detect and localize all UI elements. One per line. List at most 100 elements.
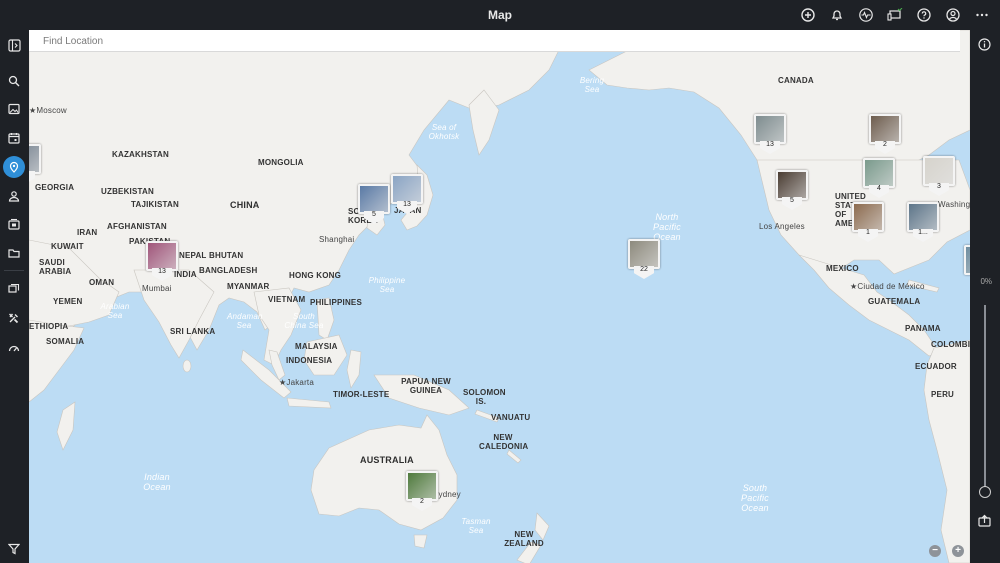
ocean-label: Philippine Sea <box>368 276 406 294</box>
dashboard-icon[interactable] <box>3 337 25 359</box>
notification-bell-icon[interactable] <box>822 4 851 26</box>
activity-icon[interactable] <box>851 4 880 26</box>
toggle-sidebar-icon[interactable] <box>3 34 25 56</box>
add-icon[interactable] <box>793 4 822 26</box>
country-label: KAZAKHSTAN <box>112 150 169 159</box>
country-label: UZBEKISTAN <box>101 187 154 196</box>
folder-icon[interactable] <box>3 242 25 264</box>
photo-cluster-pin[interactable] <box>29 144 41 184</box>
zoom-in-button[interactable]: + <box>952 545 964 557</box>
zoom-slider-handle[interactable] <box>979 486 991 498</box>
map-pin-icon[interactable] <box>3 156 25 178</box>
people-icon[interactable] <box>3 185 25 207</box>
top-toolbar <box>793 4 996 26</box>
country-label: ECUADOR <box>915 362 957 371</box>
left-sidebar <box>0 30 29 563</box>
country-label: SAUDI ARABIA <box>39 258 72 276</box>
sidebar-divider <box>4 270 24 271</box>
country-label: SOMALIA <box>46 337 85 346</box>
country-label: TAJIKISTAN <box>131 200 179 209</box>
cluster-thumbnail <box>863 158 895 188</box>
export-icon[interactable] <box>978 514 991 532</box>
photo-cluster-pin[interactable]: 1... <box>907 202 939 242</box>
account-icon[interactable] <box>938 4 967 26</box>
photo-cluster-pin[interactable]: 3 <box>923 156 955 196</box>
city-label: ★Jakarta <box>279 378 315 387</box>
country-label: INDONESIA <box>286 356 333 365</box>
search-icon[interactable] <box>3 70 25 92</box>
photo-cluster-pin[interactable]: 1 <box>852 202 884 242</box>
country-label: NEPAL <box>179 251 207 260</box>
info-icon[interactable] <box>978 38 991 56</box>
photo-cluster-pin[interactable]: 13 <box>391 174 423 214</box>
title-bar: Map <box>0 0 1000 30</box>
duplicates-icon[interactable] <box>3 278 25 300</box>
country-label: NEW CALEDONIA <box>479 433 529 451</box>
country-label: HONG KONG <box>289 271 342 280</box>
cluster-thumbnail <box>391 174 423 204</box>
cluster-thumbnail <box>358 184 390 214</box>
cluster-thumbnail <box>146 241 178 271</box>
photo-cluster-pin[interactable]: 5 <box>776 170 808 210</box>
ocean-label: Tasman Sea <box>461 517 491 535</box>
country-label: YEMEN <box>53 297 83 306</box>
cluster-count: 5 <box>364 211 384 224</box>
country-label: MYANMAR <box>227 282 270 291</box>
country-label: CANADA <box>778 76 814 85</box>
city-label: Los Angeles <box>759 222 805 231</box>
tools-icon[interactable] <box>3 307 25 329</box>
country-label: BANGLADESH <box>199 266 258 275</box>
cluster-thumbnail <box>923 156 955 186</box>
devices-icon[interactable] <box>880 4 909 26</box>
cluster-count: 2 <box>412 498 432 511</box>
zoom-slider-track[interactable] <box>984 305 986 490</box>
country-label: COLOMBIA <box>931 340 970 349</box>
cluster-thumbnail <box>406 471 438 501</box>
country-label: VANUATU <box>491 413 531 422</box>
cluster-thumbnail <box>628 239 660 269</box>
calendar-icon[interactable] <box>3 127 25 149</box>
more-options-icon[interactable] <box>967 4 996 26</box>
cluster-thumbnail <box>776 170 808 200</box>
ocean-label: South China Sea <box>284 312 324 330</box>
country-label: MALAYSIA <box>295 342 338 351</box>
ocean-label: North Pacific Ocean <box>653 212 681 242</box>
country-label: NEW ZEALAND <box>504 530 544 548</box>
ocean-label: Andaman Sea <box>227 312 263 330</box>
photo-cluster-pin[interactable]: 13 <box>754 114 786 154</box>
ocean-label: Sea of Okhotsk <box>428 123 460 141</box>
find-location-input[interactable] <box>29 30 960 52</box>
zoom-out-button[interactable]: − <box>929 545 941 557</box>
country-label: SRI LANKA <box>170 327 216 336</box>
photos-icon[interactable] <box>3 98 25 120</box>
cluster-count <box>29 171 35 184</box>
photo-cluster-pin[interactable]: 2 <box>406 471 438 511</box>
cluster-thumbnail <box>869 114 901 144</box>
country-label: BHUTAN <box>209 251 244 260</box>
photo-cluster-pin[interactable]: 2 <box>869 114 901 154</box>
country-label: TIMOR-LESTE <box>333 390 390 399</box>
cluster-count: 13 <box>152 268 172 281</box>
photo-cluster-pin[interactable]: 13 <box>146 241 178 281</box>
cluster-thumbnail <box>907 202 939 232</box>
map-view[interactable]: CANADA KAZAKHSTAN MONGOLIA GEORGIA UZBEK… <box>29 30 970 563</box>
cluster-count: 13 <box>397 201 417 214</box>
find-location-bar <box>29 30 960 52</box>
country-label: MEXICO <box>826 264 859 273</box>
country-label: GEORGIA <box>35 183 75 192</box>
country-label: KUWAIT <box>51 242 84 251</box>
ocean-label: Indian Ocean <box>143 472 171 492</box>
help-icon[interactable] <box>909 4 938 26</box>
photo-cluster-pin[interactable]: 5 <box>358 184 390 224</box>
country-label: CHINA <box>230 200 260 210</box>
country-label: PAPUA NEW GUINEA <box>401 377 451 395</box>
country-label: MONGOLIA <box>258 158 304 167</box>
cluster-count: 4 <box>869 185 889 198</box>
photo-cluster-pin[interactable]: 22 <box>628 239 660 279</box>
filter-icon[interactable] <box>3 538 25 560</box>
photo-cluster-pin[interactable]: 4 <box>863 158 895 198</box>
ocean-label: Bering Sea <box>579 76 605 94</box>
country-label: IRAN <box>77 228 98 237</box>
albums-icon[interactable] <box>3 213 25 235</box>
country-label: SOLOMON IS. <box>463 388 506 406</box>
